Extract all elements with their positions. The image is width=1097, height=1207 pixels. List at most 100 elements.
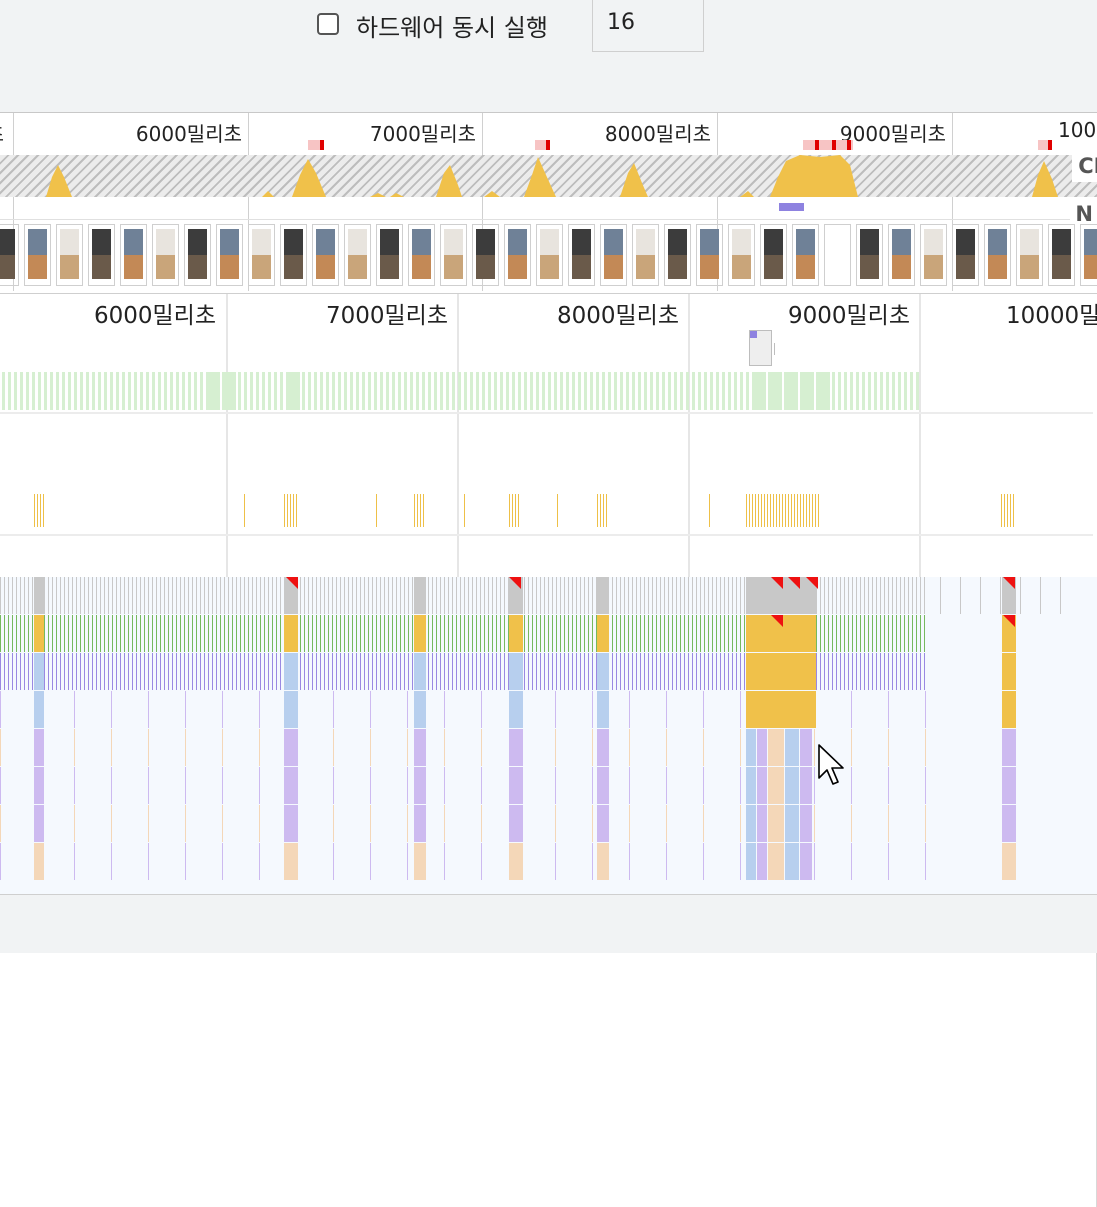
flame-slice[interactable]: [472, 653, 473, 690]
flame-slice[interactable]: [156, 615, 157, 652]
flame-slice[interactable]: [236, 577, 237, 614]
flame-slice[interactable]: [28, 577, 29, 614]
flame-slice[interactable]: [924, 615, 925, 652]
flame-slice[interactable]: [228, 615, 229, 652]
flame-slice[interactable]: [408, 615, 409, 652]
flame-slice[interactable]: [472, 615, 473, 652]
flame-slice[interactable]: [259, 805, 260, 842]
flame-slice[interactable]: [220, 577, 221, 614]
flame-slice[interactable]: [448, 653, 449, 690]
filmstrip-thumbnail[interactable]: [88, 224, 115, 286]
flame-slice[interactable]: [208, 653, 209, 690]
flame-slice[interactable]: [52, 577, 53, 614]
frame-bar[interactable]: [80, 372, 83, 410]
frame-bar[interactable]: [56, 372, 59, 410]
frame-bar[interactable]: [650, 372, 653, 410]
flame-slice[interactable]: [140, 615, 141, 652]
flame-slice[interactable]: [860, 653, 861, 690]
flame-slice[interactable]: [840, 653, 841, 690]
flame-slice[interactable]: [560, 653, 561, 690]
filmstrip-thumbnail[interactable]: [856, 224, 883, 286]
flame-slice[interactable]: [156, 577, 157, 614]
flame-slice[interactable]: [740, 577, 741, 614]
flame-slice[interactable]: [308, 615, 309, 652]
flame-slice[interactable]: [740, 653, 741, 690]
flame-slice[interactable]: [509, 767, 523, 804]
flame-slice[interactable]: [348, 653, 349, 690]
flame-slice[interactable]: [592, 767, 593, 804]
flame-slice[interactable]: [124, 653, 125, 690]
flame-slice[interactable]: [892, 653, 893, 690]
flame-slice[interactable]: [851, 729, 852, 766]
flame-slice[interactable]: [744, 615, 745, 652]
flame-slice[interactable]: [568, 615, 569, 652]
frame-bar[interactable]: [182, 372, 185, 410]
animation-bar[interactable]: [244, 494, 245, 527]
flame-slice[interactable]: [24, 577, 25, 614]
frame-bar[interactable]: [494, 372, 497, 410]
flame-slice[interactable]: [876, 653, 877, 690]
flame-slice[interactable]: [448, 615, 449, 652]
flame-slice[interactable]: [80, 577, 81, 614]
flame-slice[interactable]: [80, 615, 81, 652]
flame-slice[interactable]: [384, 577, 385, 614]
flame-slice[interactable]: [696, 615, 697, 652]
flame-slice[interactable]: [544, 615, 545, 652]
frame-bar[interactable]: [680, 372, 683, 410]
animations-track[interactable]: [0, 494, 1097, 527]
flame-slice[interactable]: [432, 577, 433, 614]
flame-slice[interactable]: [548, 653, 549, 690]
flame-slice[interactable]: [924, 577, 925, 614]
flame-slice[interactable]: [768, 843, 784, 880]
flame-slice[interactable]: [414, 767, 426, 804]
flame-slice[interactable]: [336, 577, 337, 614]
flame-slice[interactable]: [96, 577, 97, 614]
flame-slice[interactable]: [396, 653, 397, 690]
flame-slice[interactable]: [509, 691, 523, 728]
flame-slice[interactable]: [74, 767, 75, 804]
flame-slice[interactable]: [316, 577, 317, 614]
flame-slice[interactable]: [333, 843, 334, 880]
flame-slice[interactable]: [280, 615, 281, 652]
frame-bar[interactable]: [20, 372, 23, 410]
flame-slice[interactable]: [912, 615, 913, 652]
flame-slice[interactable]: [372, 615, 373, 652]
flame-slice[interactable]: [480, 615, 481, 652]
flame-slice[interactable]: [597, 805, 609, 842]
filmstrip-thumbnail[interactable]: [1016, 224, 1043, 286]
flame-slice[interactable]: [0, 805, 1, 842]
animation-bar[interactable]: [809, 494, 810, 527]
flame-slice[interactable]: [548, 615, 549, 652]
flame-slice[interactable]: [432, 615, 433, 652]
flame-slice[interactable]: [856, 577, 857, 614]
flame-slice[interactable]: [666, 729, 667, 766]
flame-slice[interactable]: [576, 577, 577, 614]
frame-bar[interactable]: [32, 372, 35, 410]
flame-slice[interactable]: [703, 843, 704, 880]
flame-slice[interactable]: [664, 653, 665, 690]
flame-slice[interactable]: [328, 577, 329, 614]
flame-slice[interactable]: [616, 577, 617, 614]
flame-slice[interactable]: [588, 577, 589, 614]
frame-bar[interactable]: [784, 372, 798, 410]
flame-slice[interactable]: [684, 577, 685, 614]
flame-slice[interactable]: [785, 729, 799, 766]
flame-slice[interactable]: [248, 615, 249, 652]
flame-slice[interactable]: [848, 615, 849, 652]
flame-slice[interactable]: [144, 577, 145, 614]
flame-slice[interactable]: [746, 767, 756, 804]
filmstrip-thumbnail[interactable]: [312, 224, 339, 286]
flame-slice[interactable]: [692, 577, 693, 614]
frame-bar[interactable]: [350, 372, 353, 410]
flame-slice[interactable]: [612, 653, 613, 690]
frame-bar[interactable]: [428, 372, 431, 410]
frame-bar[interactable]: [122, 372, 125, 410]
flame-slice[interactable]: [148, 805, 149, 842]
flame-slice[interactable]: [532, 577, 533, 614]
filmstrip-thumbnail[interactable]: [344, 224, 371, 286]
flame-slice[interactable]: [372, 653, 373, 690]
flame-slice[interactable]: [72, 577, 73, 614]
flame-slice[interactable]: [60, 577, 61, 614]
flame-slice[interactable]: [440, 577, 441, 614]
animation-bar[interactable]: [709, 494, 710, 527]
